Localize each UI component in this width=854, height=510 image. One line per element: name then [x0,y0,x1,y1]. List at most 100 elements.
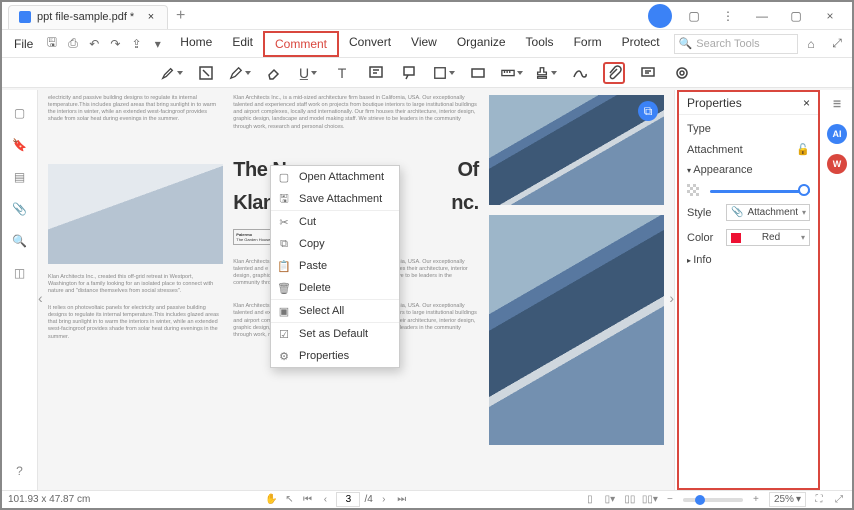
ctx-paste[interactable]: 📋Paste [271,255,399,277]
pencil-tool[interactable] [229,62,251,84]
ctx-open-attachment[interactable]: ▢Open Attachment [271,166,399,188]
signature-tool[interactable] [569,62,591,84]
thumbnails-panel-icon[interactable]: ▢ [11,104,29,122]
shape-tool[interactable] [433,62,455,84]
bookmarks-panel-icon[interactable]: 🔖 [11,136,29,154]
area-highlight-tool[interactable] [195,62,217,84]
tab-convert[interactable]: Convert [339,31,401,57]
copy-icon: ⧉ [277,237,291,251]
stamp-tool[interactable] [535,62,557,84]
window-maximize[interactable]: ▢ [784,4,808,28]
attachment-tool[interactable] [603,62,625,84]
continuous-icon[interactable]: ▯▾ [603,493,617,507]
fields-panel-icon[interactable]: ◫ [11,264,29,282]
eraser-tool[interactable] [263,62,285,84]
save-icon[interactable]: 🖫 [43,35,60,53]
share-icon[interactable]: ⇪ [128,35,145,53]
fullscreen-icon[interactable]: ⤢ [832,493,846,507]
body-text: Klan Architects Inc., is a mid-sized arc… [233,95,478,131]
window-minimize[interactable]: — [750,4,774,28]
ctx-copy[interactable]: ⧉Copy [271,233,399,255]
redo-icon[interactable]: ↷ [107,35,124,53]
text-tool[interactable]: T [331,62,353,84]
callout-tool[interactable] [399,62,421,84]
color-swatch [731,233,741,243]
user-avatar[interactable] [648,4,672,28]
help-icon[interactable]: ? [11,462,29,480]
style-select[interactable]: 📎 Attachment [726,204,810,221]
ctx-cut[interactable]: ✂Cut [271,211,399,233]
image-edit-badge[interactable]: ⧉ [638,101,658,121]
notes-icon[interactable]: ▢ [682,4,706,28]
body-text: It relies on photovoltaic panels for ele… [48,305,223,341]
delete-icon: 🗑 [277,281,291,295]
settings-rail-icon[interactable]: ☰ [827,94,847,114]
search-tools-input[interactable]: 🔍 Search Tools [674,34,798,54]
print-icon[interactable]: ⎙ [65,35,82,53]
two-continuous-icon[interactable]: ▯▯▾ [643,493,657,507]
underline-tool[interactable]: U̲ [297,62,319,84]
show-comments-tool[interactable] [637,62,659,84]
info-section[interactable]: Info [687,254,810,266]
search-placeholder: Search Tools [696,38,759,50]
first-page-icon[interactable]: ⏮ [300,493,314,507]
tab-view[interactable]: View [401,31,447,57]
highlighter-tool[interactable] [161,62,183,84]
heading: nc. [451,192,478,215]
ctx-properties[interactable]: ⚙Properties [271,345,399,367]
sticky-note-tool[interactable] [467,62,489,84]
appearance-section[interactable]: Appearance [687,164,810,176]
opacity-slider[interactable] [710,184,810,196]
attachments-panel-icon[interactable]: 📎 [11,200,29,218]
measure-tool[interactable] [501,62,523,84]
prev-page-icon[interactable]: ‹ [318,493,332,507]
expand-icon[interactable]: ⤢ [828,35,846,53]
ctx-set-default[interactable]: ☑Set as Default [271,323,399,345]
window-close[interactable]: × [818,4,842,28]
zoom-slider[interactable] [683,498,743,502]
ctx-select-all[interactable]: ▣Select All [271,300,399,322]
color-select[interactable]: Red [726,229,810,246]
tab-protect[interactable]: Protect [612,31,670,57]
style-label: Style [687,207,711,219]
single-page-icon[interactable]: ▯ [583,493,597,507]
page-prev-arrow[interactable]: ‹ [38,290,43,306]
zoom-select[interactable]: 25%▾ [769,492,806,507]
body-text: electricity and passive building designs… [48,95,223,124]
panel-close-icon[interactable]: × [803,96,810,110]
ai-rail-icon[interactable]: AI [827,124,847,144]
search-panel-icon[interactable]: 🔍 [11,232,29,250]
tab-edit[interactable]: Edit [222,31,263,57]
last-page-icon[interactable]: ⏭ [395,493,409,507]
file-menu[interactable]: File [8,35,39,53]
more-icon[interactable]: ⋮ [716,4,740,28]
tab-organize[interactable]: Organize [447,31,516,57]
hide-comments-tool[interactable] [671,62,693,84]
cloud-icon[interactable]: ⌂ [802,35,820,53]
word-rail-icon[interactable]: W [827,154,847,174]
next-page-icon[interactable]: › [377,493,391,507]
zoom-in-icon[interactable]: + [749,493,763,507]
note-tool[interactable] [365,62,387,84]
tab-tools[interactable]: Tools [516,31,564,57]
tab-form[interactable]: Form [564,31,612,57]
select-tool-icon[interactable]: ↖ [282,493,296,507]
attachment-icon: 📎 [731,207,743,218]
undo-icon[interactable]: ↶ [86,35,103,53]
ctx-save-attachment[interactable]: 🖫Save Attachment [271,188,399,210]
tab-add-button[interactable]: + [176,7,185,25]
tab-home[interactable]: Home [170,31,222,57]
fit-page-icon[interactable]: ⛶ [812,493,826,507]
page-input[interactable] [336,492,360,507]
ctx-delete[interactable]: 🗑Delete [271,277,399,299]
page-next-arrow[interactable]: › [669,290,674,306]
hand-tool-icon[interactable]: ✋ [264,493,278,507]
tab-close-icon[interactable]: × [145,11,157,23]
dropdown-icon[interactable]: ▾ [149,35,166,53]
tab-comment[interactable]: Comment [263,31,339,57]
lock-icon[interactable]: 🔓 [796,143,810,156]
comments-panel-icon[interactable]: ▤ [11,168,29,186]
zoom-out-icon[interactable]: − [663,493,677,507]
document-tab[interactable]: ppt file-sample.pdf * × [8,5,168,29]
two-page-icon[interactable]: ▯▯ [623,493,637,507]
